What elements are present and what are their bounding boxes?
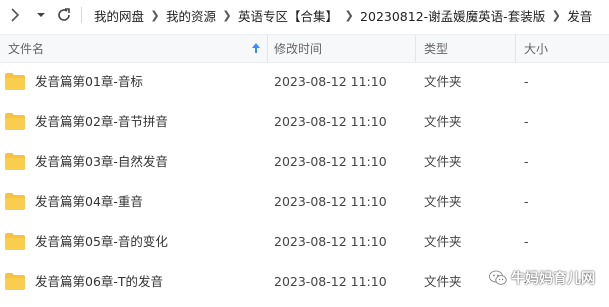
file-size: - (524, 74, 529, 89)
file-type: 文件夹 (424, 74, 462, 89)
file-type: 文件夹 (424, 114, 462, 129)
file-size: - (524, 194, 529, 209)
address-bar: 我的网盘 ❯ 我的资源 ❯ 英语专区【合集】 ❯ 20230812-谢孟媛魔英语… (0, 0, 609, 30)
folder-icon (5, 153, 25, 170)
address-divider (81, 7, 82, 23)
list-item[interactable]: 发音篇第03章-自然发音 2023-08-12 11:10 文件夹 - (0, 142, 609, 182)
list-item[interactable]: 发音篇第02章-音节拼音 2023-08-12 11:10 文件夹 - (0, 102, 609, 142)
breadcrumb-item[interactable]: 英语专区【合集】 (234, 6, 342, 25)
file-name: 发音篇第06章-T的发音 (35, 274, 164, 289)
file-modified: 2023-08-12 11:10 (274, 234, 387, 249)
file-name: 发音篇第04章-重音 (35, 194, 143, 209)
folder-icon (5, 193, 25, 210)
file-type: 文件夹 (424, 154, 462, 169)
forward-icon[interactable] (6, 5, 24, 25)
file-size: - (524, 114, 529, 129)
list-item[interactable]: 发音篇第01章-音标 2023-08-12 11:10 文件夹 - (0, 62, 609, 102)
column-modified[interactable]: 修改时间 (274, 35, 322, 62)
watermark-text: 牛妈妈育儿网 (511, 271, 595, 287)
breadcrumb: 我的网盘 ❯ 我的资源 ❯ 英语专区【合集】 ❯ 20230812-谢孟媛魔英语… (90, 0, 596, 30)
file-modified: 2023-08-12 11:10 (274, 114, 387, 129)
watermark: 牛妈妈育儿网 (489, 268, 595, 288)
folder-icon (5, 273, 25, 290)
column-divider[interactable] (267, 35, 268, 62)
folder-icon (5, 73, 25, 90)
breadcrumb-item-current[interactable]: 发音 (563, 6, 596, 25)
file-type: 文件夹 (424, 194, 462, 209)
file-type: 文件夹 (424, 274, 462, 289)
breadcrumb-item[interactable]: 我的资源 (162, 6, 220, 25)
column-header: 文件名 修改时间 类型 大小 (0, 34, 609, 63)
chevron-right-icon[interactable]: ❯ (549, 9, 563, 22)
column-divider[interactable] (515, 35, 516, 62)
sort-ascending-icon[interactable] (250, 41, 262, 55)
folder-icon (5, 113, 25, 130)
file-modified: 2023-08-12 11:10 (274, 154, 387, 169)
chevron-right-icon[interactable]: ❯ (148, 9, 162, 22)
breadcrumb-item[interactable]: 我的网盘 (90, 6, 148, 25)
file-manager-window: 我的网盘 ❯ 我的资源 ❯ 英语专区【合集】 ❯ 20230812-谢孟媛魔英语… (0, 0, 609, 307)
file-list: 发音篇第01章-音标 2023-08-12 11:10 文件夹 - 发音篇第02… (0, 62, 609, 302)
list-item[interactable]: 发音篇第04章-重音 2023-08-12 11:10 文件夹 - (0, 182, 609, 222)
wechat-icon (489, 270, 507, 286)
file-type: 文件夹 (424, 234, 462, 249)
file-modified: 2023-08-12 11:10 (274, 74, 387, 89)
file-name: 发音篇第02章-音节拼音 (35, 114, 168, 129)
column-type[interactable]: 类型 (424, 35, 448, 62)
file-size: - (524, 154, 529, 169)
file-name: 发音篇第05章-音的变化 (35, 234, 168, 249)
column-divider[interactable] (415, 35, 416, 62)
history-dropdown-icon[interactable] (33, 5, 49, 25)
file-modified: 2023-08-12 11:10 (274, 194, 387, 209)
file-name: 发音篇第03章-自然发音 (35, 154, 168, 169)
chevron-right-icon[interactable]: ❯ (220, 9, 234, 22)
folder-icon (5, 233, 25, 250)
chevron-right-icon[interactable]: ❯ (342, 9, 356, 22)
file-size: - (524, 234, 529, 249)
file-name: 发音篇第01章-音标 (35, 74, 143, 89)
column-size[interactable]: 大小 (524, 35, 548, 62)
column-name[interactable]: 文件名 (8, 35, 44, 62)
breadcrumb-item[interactable]: 20230812-谢孟媛魔英语-套装版 (356, 6, 549, 25)
refresh-icon[interactable] (54, 5, 74, 25)
list-item[interactable]: 发音篇第05章-音的变化 2023-08-12 11:10 文件夹 - (0, 222, 609, 262)
file-modified: 2023-08-12 11:10 (274, 274, 387, 289)
